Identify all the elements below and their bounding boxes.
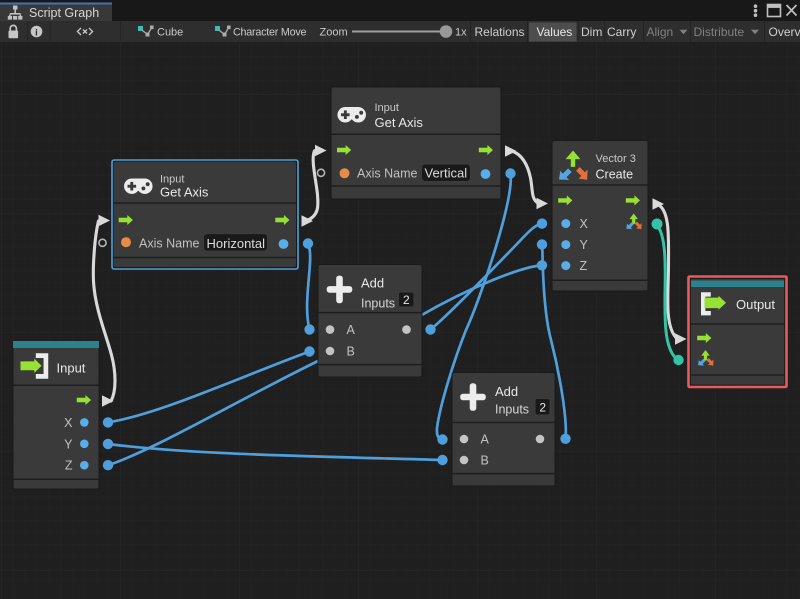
- svg-text:Vector 3: Vector 3: [596, 153, 636, 165]
- svg-text:Dim: Dim: [581, 25, 602, 39]
- svg-text:2: 2: [403, 293, 410, 307]
- svg-text:Create: Create: [596, 168, 634, 182]
- svg-text:Input: Input: [57, 361, 86, 376]
- svg-text:Axis Name: Axis Name: [357, 166, 417, 180]
- svg-text:X: X: [64, 416, 73, 430]
- svg-text:Z: Z: [65, 459, 73, 473]
- svg-text:Distribute: Distribute: [694, 25, 745, 39]
- svg-text:Script Graph: Script Graph: [29, 6, 99, 20]
- svg-text:Get Axis: Get Axis: [375, 115, 424, 130]
- svg-text:Cube: Cube: [157, 27, 183, 39]
- svg-text:Vertical: Vertical: [425, 166, 468, 181]
- svg-text:Output: Output: [736, 297, 775, 312]
- svg-text:Z: Z: [580, 259, 588, 273]
- svg-text:Add: Add: [495, 384, 518, 399]
- svg-text:Carry: Carry: [607, 25, 636, 39]
- svg-text:X: X: [580, 217, 589, 231]
- svg-text:Y: Y: [580, 238, 589, 252]
- svg-text:Horizontal: Horizontal: [207, 236, 266, 251]
- svg-text:i: i: [35, 28, 38, 39]
- svg-text:Get Axis: Get Axis: [160, 185, 209, 200]
- svg-text:1x: 1x: [455, 27, 467, 39]
- svg-text:Overv: Overv: [769, 25, 800, 39]
- svg-text:Align: Align: [647, 25, 674, 39]
- svg-text:Input: Input: [375, 102, 399, 114]
- svg-text:Values: Values: [537, 25, 573, 39]
- svg-text:Y: Y: [64, 437, 73, 451]
- svg-text:A: A: [481, 433, 490, 447]
- svg-text:Add: Add: [361, 276, 384, 291]
- svg-text:Zoom: Zoom: [320, 27, 348, 39]
- svg-text:Character Move: Character Move: [233, 27, 307, 39]
- svg-text:Axis Name: Axis Name: [139, 236, 199, 250]
- svg-text:Inputs: Inputs: [495, 403, 529, 417]
- svg-text:Inputs: Inputs: [361, 297, 395, 311]
- svg-text:2: 2: [539, 401, 546, 415]
- svg-text:Relations: Relations: [475, 25, 525, 39]
- svg-text:A: A: [347, 323, 356, 337]
- svg-text:B: B: [347, 345, 355, 359]
- svg-text:B: B: [481, 454, 489, 468]
